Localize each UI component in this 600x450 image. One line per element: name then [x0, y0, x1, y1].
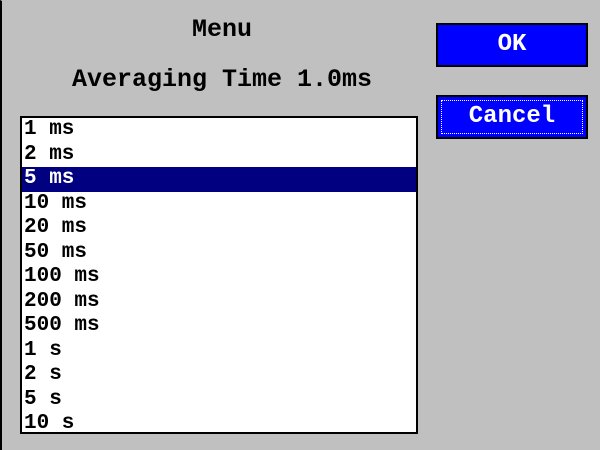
list-item-10-s[interactable]: 10 s — [22, 412, 416, 432]
list-item-50-ms[interactable]: 50 ms — [22, 241, 416, 266]
list-item-20-ms[interactable]: 20 ms — [22, 216, 416, 241]
list-item-1-s[interactable]: 1 s — [22, 339, 416, 364]
averaging-time-listbox[interactable]: 1 ms 2 ms 5 ms 10 ms 20 ms 50 ms 100 ms … — [20, 116, 418, 434]
list-item-200-ms[interactable]: 200 ms — [22, 290, 416, 315]
list-item-10-ms[interactable]: 10 ms — [22, 192, 416, 217]
list-item-2-s[interactable]: 2 s — [22, 363, 416, 388]
list-item-2-ms[interactable]: 2 ms — [22, 143, 416, 168]
dialog-title: Menu — [191, 15, 252, 44]
cancel-button[interactable]: Cancel — [436, 95, 588, 139]
list-item-1-ms[interactable]: 1 ms — [22, 118, 416, 143]
list-item-500-ms[interactable]: 500 ms — [22, 314, 416, 339]
list-item-5-ms[interactable]: 5 ms — [22, 167, 416, 192]
ok-button[interactable]: OK — [436, 23, 588, 67]
list-item-5-s[interactable]: 5 s — [22, 388, 416, 413]
cancel-button-label: Cancel — [441, 100, 583, 134]
averaging-time-label: Averaging Time 1.0ms — [71, 65, 373, 94]
list-item-100-ms[interactable]: 100 ms — [22, 265, 416, 290]
averaging-time-dialog: Menu Averaging Time 1.0ms 1 ms 2 ms 5 ms… — [0, 0, 600, 450]
